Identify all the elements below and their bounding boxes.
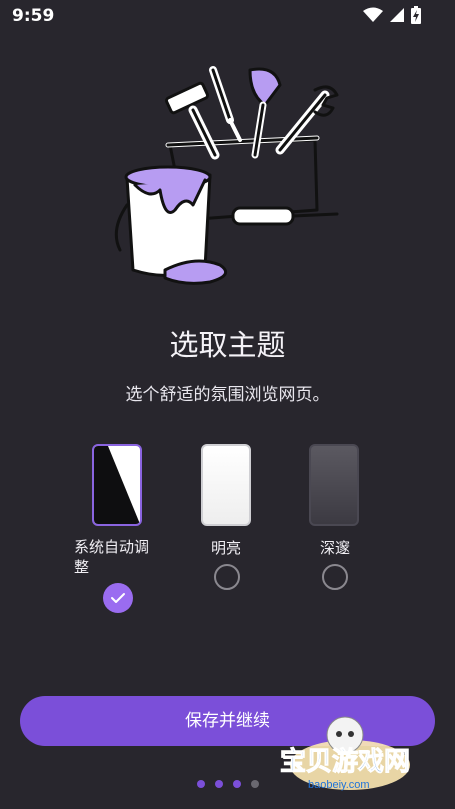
theme-card-dark[interactable] xyxy=(309,444,359,526)
theme-card-auto[interactable] xyxy=(92,444,142,526)
theme-label-dark: 深邃 xyxy=(320,539,351,557)
watermark-logo: 宝贝游戏网 baobeiy.com xyxy=(280,716,411,791)
toolbox-illustration xyxy=(114,66,339,285)
theme-light-radio[interactable] xyxy=(214,564,240,590)
watermark-url: baobeiy.com xyxy=(308,779,370,791)
status-bar: 9:59 xyxy=(0,0,455,32)
wifi-icon xyxy=(363,7,383,22)
auto-theme-preview xyxy=(94,446,140,524)
status-icons xyxy=(363,6,421,24)
pager-dot xyxy=(251,780,259,788)
battery-icon xyxy=(411,6,421,24)
check-icon xyxy=(111,593,125,603)
pager-dots xyxy=(197,780,259,788)
theme-card-light[interactable] xyxy=(201,444,251,526)
theme-auto-selected-check[interactable] xyxy=(103,583,133,613)
signal-icon xyxy=(390,8,404,22)
theme-label-light: 明亮 xyxy=(211,539,242,557)
pager-dot xyxy=(197,780,205,788)
pager-dot xyxy=(215,780,223,788)
status-time: 9:59 xyxy=(12,6,55,26)
watermark-title: 宝贝游戏网 xyxy=(280,746,410,776)
page-subtitle: 选个舒适的氛围浏览网页。 xyxy=(125,385,330,405)
page-title: 选取主题 xyxy=(169,328,286,362)
theme-dark-radio[interactable] xyxy=(322,564,348,590)
pager-dot xyxy=(233,780,241,788)
theme-label-auto: 系统自动调整 xyxy=(74,538,150,576)
